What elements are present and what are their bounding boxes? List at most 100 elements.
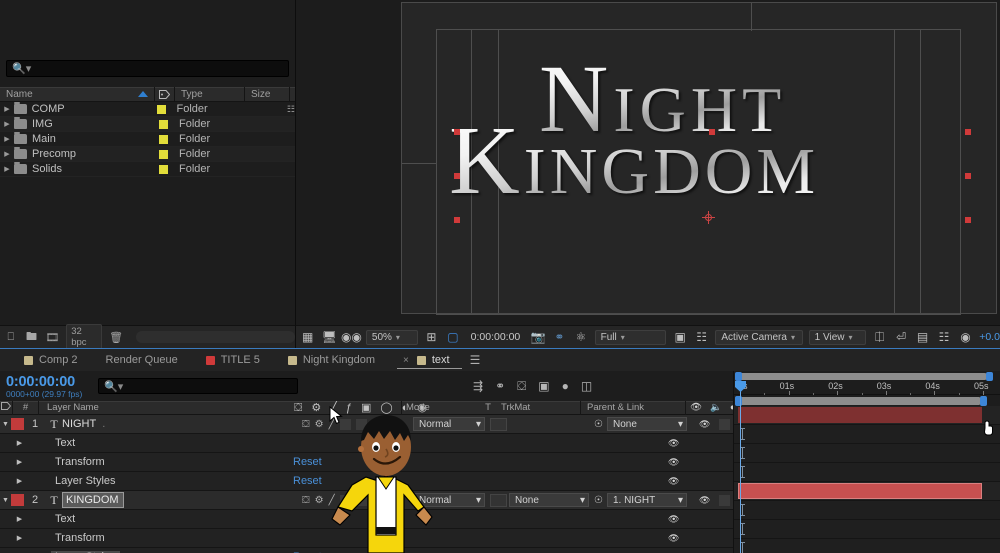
anchor-point-icon[interactable] — [702, 211, 715, 224]
draft-3d-icon[interactable]: ⚭ — [495, 379, 505, 393]
scrollbar-thumb[interactable] — [738, 373, 988, 380]
timeline-track-area[interactable]: 0s01s02s03s04s05s — [733, 371, 1000, 553]
work-area-scrollbar[interactable] — [734, 371, 1000, 381]
motion-blur-header-icon[interactable]: ◯ — [380, 401, 392, 415]
snapshot-icon[interactable]: 📷 — [530, 330, 546, 345]
disclosure-triangle-icon[interactable]: ▶ — [0, 135, 14, 143]
interpret-footage-icon[interactable]: ⎕ — [4, 331, 18, 344]
channels-icon[interactable]: ⚛ — [573, 330, 588, 345]
graph-editor-icon[interactable]: ◫ — [581, 379, 592, 393]
layer-duration-bar[interactable] — [738, 407, 982, 423]
scrollbar-left-cap[interactable] — [735, 372, 742, 381]
selection-handle-tr[interactable] — [965, 129, 971, 135]
3d-view-icon[interactable]: ◉◉ — [341, 330, 362, 345]
time-ruler[interactable]: 0s01s02s03s04s05s — [734, 381, 1000, 396]
current-time-indicator[interactable] — [735, 381, 746, 553]
project-folder-row[interactable]: ▶ IMG Folder — [0, 117, 295, 132]
property-visibility-icon[interactable]: 👁 — [668, 438, 679, 449]
track-matte-select[interactable]: None ▾ — [509, 493, 589, 507]
project-folder-row[interactable]: ▶ Main Folder — [0, 132, 295, 147]
project-folder-row[interactable]: ▶ Precomp Folder — [0, 147, 295, 162]
label-color-swatch[interactable] — [156, 104, 166, 114]
composition-stage[interactable]: NIGHT KINGDOM — [401, 2, 997, 315]
audio-toggle[interactable] — [719, 418, 731, 430]
delete-icon[interactable]: 🗑 — [109, 331, 123, 344]
timeline-tab[interactable]: × text — [389, 349, 464, 371]
magnification-select[interactable]: 50% ▾ — [365, 329, 418, 345]
toggle-guides-icon[interactable]: ▢ — [445, 330, 460, 345]
property-disclosure-icon[interactable]: ▶ — [14, 458, 25, 466]
viewer-timecode[interactable]: 0:00:00:00 — [467, 331, 525, 343]
bit-depth-label[interactable]: 32 bpc — [66, 324, 103, 350]
preserve-transparency-toggle[interactable] — [489, 493, 507, 507]
timeline-icon[interactable]: ▤ — [915, 330, 930, 345]
property-visibility-icon[interactable]: 👁 — [668, 457, 679, 468]
audio-toggle[interactable] — [719, 494, 731, 506]
project-folder-row[interactable]: ▶ COMP Folder ☷ — [0, 102, 295, 117]
composition-viewer[interactable]: NIGHT KINGDOM — [296, 0, 1000, 325]
layer-name[interactable]: NIGHT — [62, 418, 96, 430]
project-search-input[interactable]: 🔍▾ — [6, 60, 289, 77]
disclosure-triangle-icon[interactable]: ▶ — [0, 105, 14, 113]
toggle-transparency-grid-icon[interactable]: ▦ — [300, 330, 315, 345]
selection-handle-bl[interactable] — [454, 217, 460, 223]
selection-handle-tl[interactable] — [454, 129, 460, 135]
region-of-interest-icon[interactable]: ⊞ — [424, 330, 439, 345]
selection-handle-ml[interactable] — [454, 173, 460, 179]
timeline-search-input[interactable]: 🔍▾ — [98, 378, 298, 394]
hide-shy-layers-icon[interactable]: ⛋ — [517, 379, 526, 394]
comp-mini-flowchart-icon[interactable]: ⇶ — [473, 379, 483, 393]
reset-exposure-icon[interactable]: ◉ — [958, 330, 973, 345]
label-color-swatch[interactable] — [159, 119, 168, 129]
scrollbar-right-cap[interactable] — [986, 372, 993, 381]
property-reset-link[interactable]: Reset — [293, 475, 322, 487]
video-eye-icon[interactable]: 👁 — [690, 401, 702, 415]
new-folder-icon[interactable]: 🖿 — [25, 331, 39, 344]
pixel-aspect-correction-icon[interactable]: ⎅ — [872, 330, 887, 345]
audio-speaker-icon[interactable]: 🔈 — [710, 401, 722, 415]
layer-disclosure-icon[interactable]: ▼ — [0, 421, 11, 428]
parent-pickwhip-icon[interactable]: ☉ — [594, 419, 603, 430]
column-header-type[interactable]: Type — [175, 87, 245, 102]
column-header-label-tag[interactable] — [155, 87, 175, 102]
resolution-select[interactable]: Full ▾ — [594, 329, 667, 345]
project-folder-row[interactable]: ▶ Solids Folder — [0, 162, 295, 177]
property-disclosure-icon[interactable]: ▶ — [14, 534, 25, 542]
shy-toggle[interactable]: ⛋ — [302, 419, 310, 430]
label-color-swatch[interactable] — [159, 149, 168, 159]
close-tab-icon[interactable]: × — [403, 355, 409, 366]
work-area-end-cap[interactable] — [980, 396, 987, 406]
fast-previews-icon[interactable]: ⏎ — [893, 330, 908, 345]
effects-icon[interactable]: ƒ — [346, 401, 352, 415]
column-header-name[interactable]: Name — [0, 87, 155, 102]
layer-duration-bar[interactable] — [738, 483, 982, 499]
views-select[interactable]: 1 View ▾ — [808, 329, 866, 345]
timeline-tab[interactable]: Night Kingdom — [274, 349, 389, 371]
layer-name-edit-field[interactable]: KINGDOM — [62, 492, 124, 508]
parent-select[interactable]: 1. NIGHT ▾ — [606, 493, 687, 507]
comp-flowchart-icon[interactable]: ☷ — [936, 330, 951, 345]
collapse-toggle[interactable]: ⚙ — [315, 419, 324, 430]
shy-toggle[interactable]: ⛋ — [302, 495, 310, 506]
layer-color-swatch[interactable] — [11, 418, 24, 430]
shy-icon[interactable]: ⛋ — [294, 401, 302, 415]
parent-pickwhip-icon[interactable]: ☉ — [594, 495, 603, 506]
timeline-tab[interactable]: TITLE 5 — [192, 349, 274, 371]
selection-handle-br[interactable] — [965, 217, 971, 223]
toggle-pixel-aspect-icon[interactable]: ☷ — [694, 330, 709, 345]
label-color-swatch[interactable] — [159, 134, 168, 144]
work-area-thumb[interactable] — [738, 397, 980, 405]
collapse-toggle[interactable]: ⚙ — [315, 495, 324, 506]
property-disclosure-icon[interactable]: ▶ — [14, 477, 25, 485]
video-toggle-icon[interactable]: 👁 — [699, 495, 710, 506]
panel-menu-icon[interactable]: ☰ — [470, 353, 481, 367]
exposure-value[interactable]: +0.0 — [979, 331, 1000, 343]
frame-blending-icon[interactable]: ▣ — [538, 379, 549, 393]
layer-disclosure-icon[interactable]: ▼ — [0, 497, 11, 504]
selection-handle-tm[interactable] — [709, 129, 715, 135]
property-visibility-icon[interactable]: 👁 — [668, 514, 679, 525]
column-header-size[interactable]: Size — [245, 87, 290, 102]
show-snapshot-icon[interactable]: ⚭ — [552, 330, 567, 345]
frame-blend-icon[interactable]: ▣ — [361, 401, 371, 415]
selection-handle-mr[interactable] — [965, 173, 971, 179]
